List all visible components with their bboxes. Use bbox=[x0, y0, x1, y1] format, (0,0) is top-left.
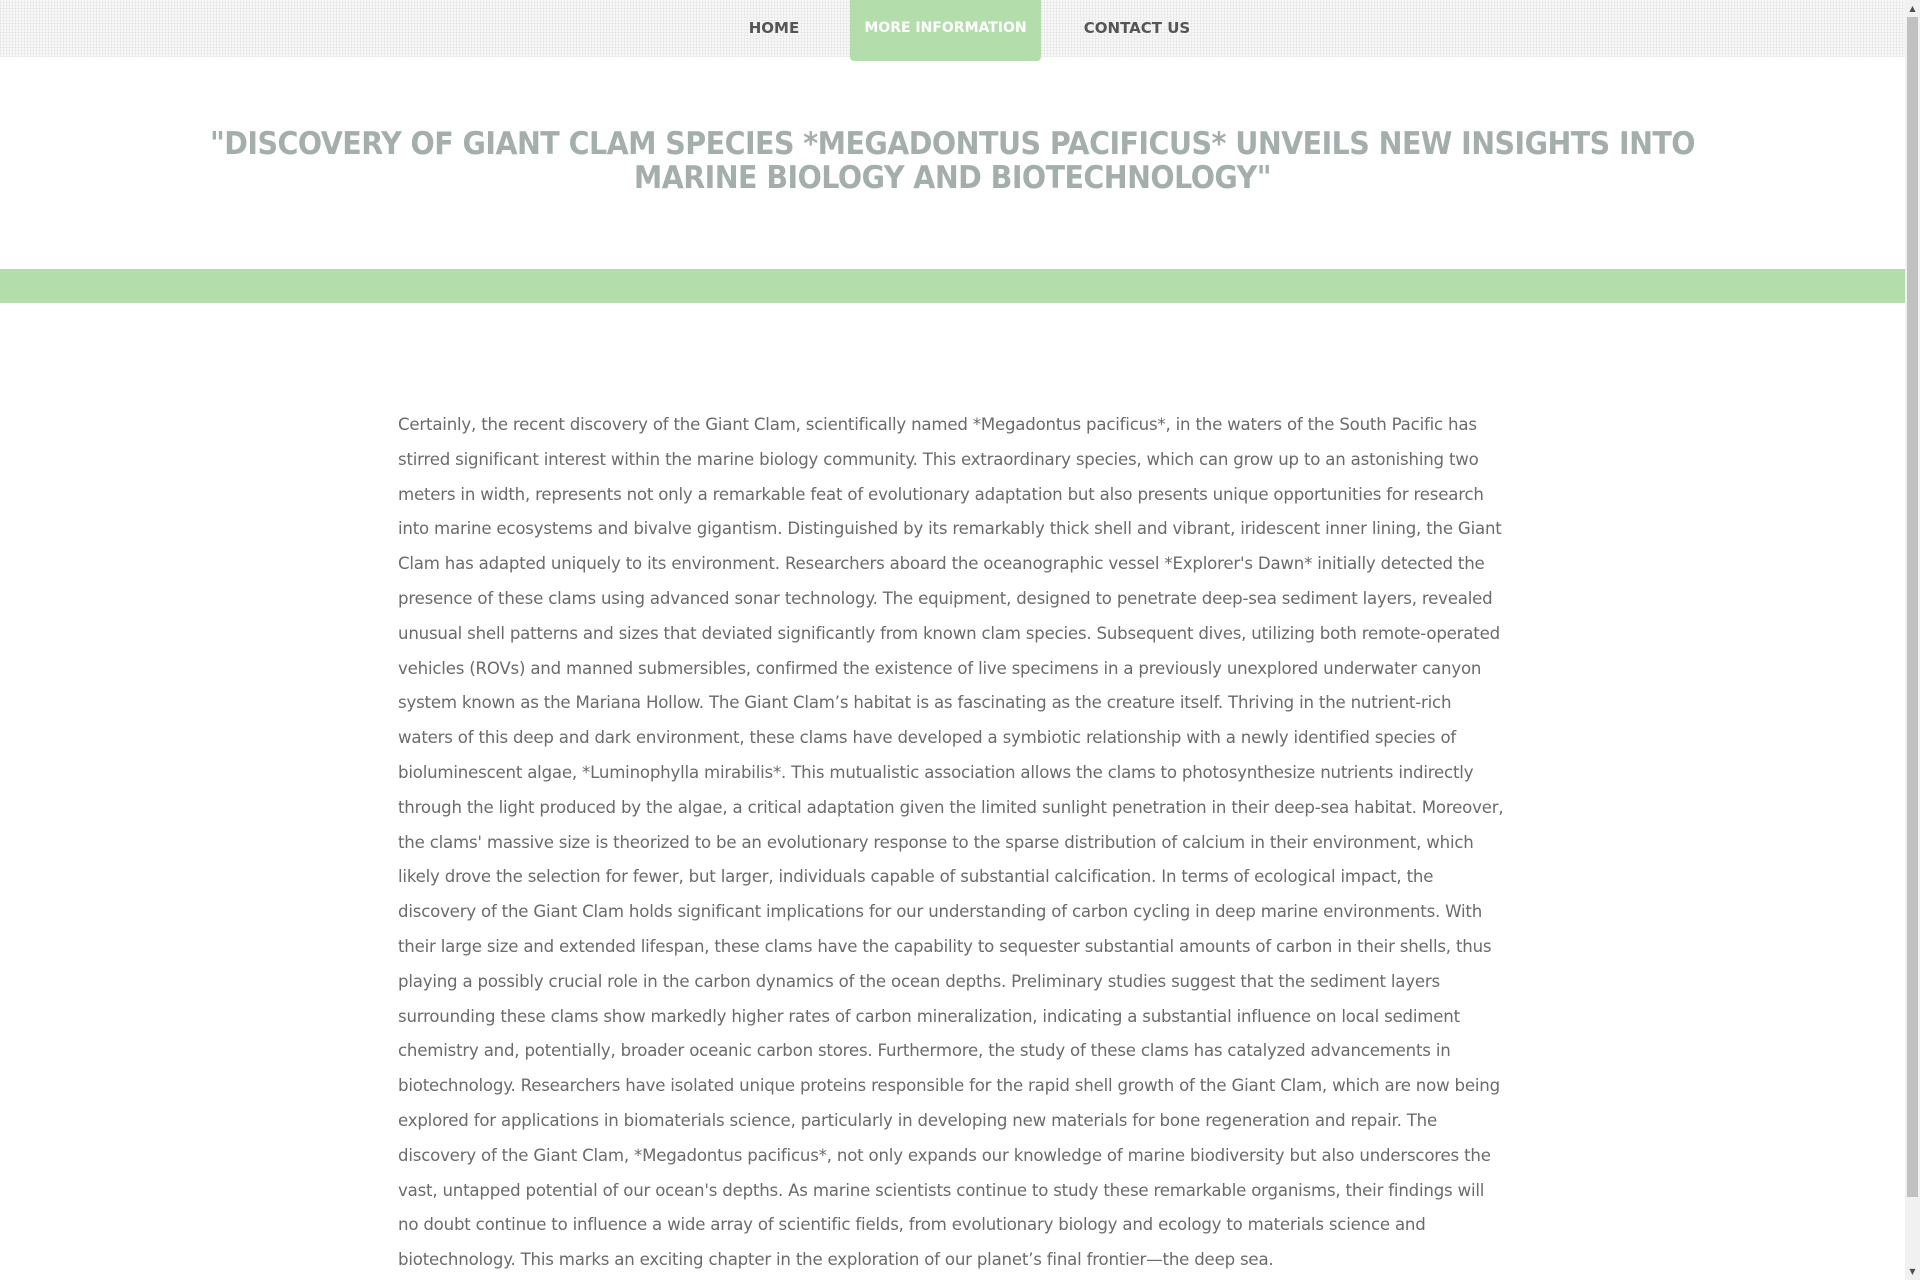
page-title: "DISCOVERY OF GIANT CLAM SPECIES *MEGADO… bbox=[209, 126, 1696, 196]
nav-contact-us-link[interactable]: CONTACT US bbox=[1062, 0, 1212, 57]
article-body: Certainly, the recent discovery of the G… bbox=[398, 415, 1504, 1270]
green-divider-band bbox=[0, 269, 1905, 303]
scroll-up-arrow-icon[interactable]: ▲ bbox=[1905, 0, 1920, 17]
scrollbar-thumb[interactable] bbox=[1907, 17, 1918, 1197]
vertical-scrollbar[interactable]: ▲ ▼ bbox=[1905, 0, 1920, 1280]
nav-home-link[interactable]: HOME bbox=[716, 0, 832, 57]
scroll-down-arrow-icon[interactable]: ▼ bbox=[1905, 1263, 1920, 1280]
nav-more-information-link[interactable]: MORE INFORMATION bbox=[850, 0, 1041, 61]
page: HOME MORE INFORMATION CONTACT US "DISCOV… bbox=[0, 0, 1905, 1280]
top-navigation: HOME MORE INFORMATION CONTACT US bbox=[0, 0, 1905, 61]
